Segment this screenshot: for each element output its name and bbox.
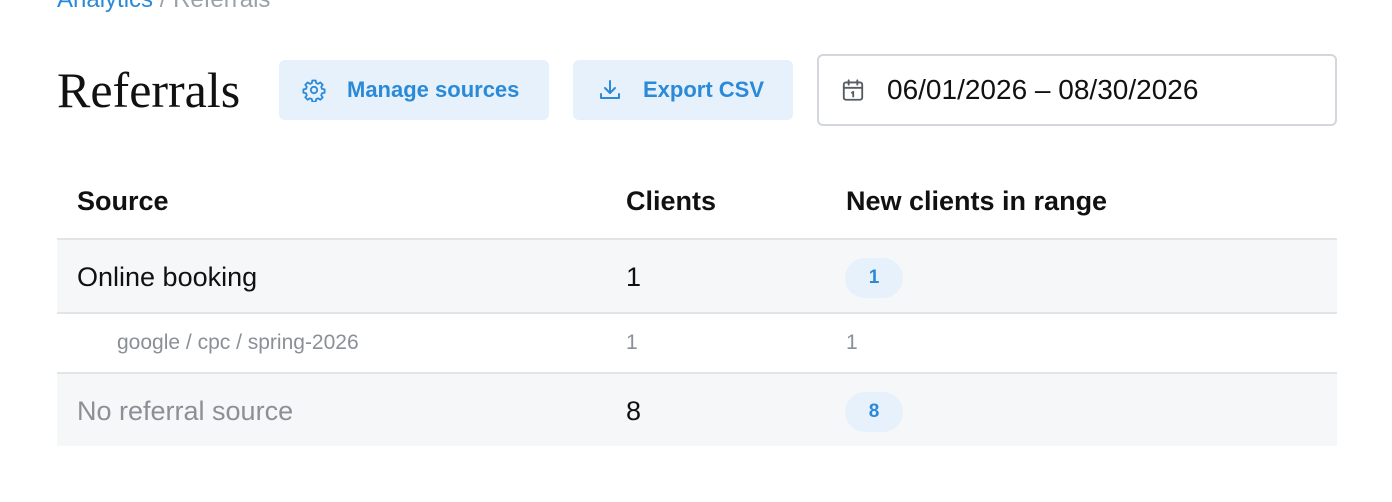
source-cell: No referral source [77, 396, 294, 426]
date-range-value: 06/01/2026 – 08/30/2026 [887, 74, 1199, 105]
page-title: Referrals [57, 62, 241, 118]
table-subrow: google / cpc / spring-2026 1 1 [57, 314, 1337, 374]
referrals-table: Source Clients New clients in range Onli… [57, 160, 1337, 446]
breadcrumb-separator: / [153, 0, 173, 13]
column-header-new-clients[interactable]: New clients in range [846, 186, 1107, 217]
new-clients-badge: 1 [845, 258, 903, 298]
column-header-clients[interactable]: Clients [626, 186, 716, 217]
source-cell: Online booking [77, 262, 258, 292]
table-header: Source Clients New clients in range [57, 160, 1337, 240]
column-header-source[interactable]: Source [77, 186, 169, 217]
table-row: Online booking 1 1 [57, 240, 1337, 314]
date-range-picker[interactable]: 06/01/2026 – 08/30/2026 [817, 54, 1337, 126]
breadcrumb-link-analytics[interactable]: Analytics [57, 0, 153, 13]
gear-icon [301, 77, 327, 103]
clients-cell: 8 [626, 396, 642, 426]
table-row: No referral source 8 8 [57, 374, 1337, 446]
breadcrumb: Analytics / Referrals [57, 0, 270, 14]
calendar-icon [839, 76, 867, 104]
new-clients-badge: 8 [845, 392, 903, 432]
manage-sources-button[interactable]: Manage sources [279, 60, 549, 120]
utm-source-cell: google / cpc / spring-2026 [117, 331, 359, 354]
download-icon [597, 77, 623, 103]
clients-cell: 1 [626, 262, 642, 292]
clients-cell: 1 [626, 331, 638, 354]
export-csv-label: Export CSV [643, 77, 765, 102]
export-csv-button[interactable]: Export CSV [573, 60, 793, 120]
new-clients-cell: 1 [846, 331, 858, 354]
manage-sources-label: Manage sources [347, 77, 520, 102]
breadcrumb-current: Referrals [173, 0, 270, 13]
